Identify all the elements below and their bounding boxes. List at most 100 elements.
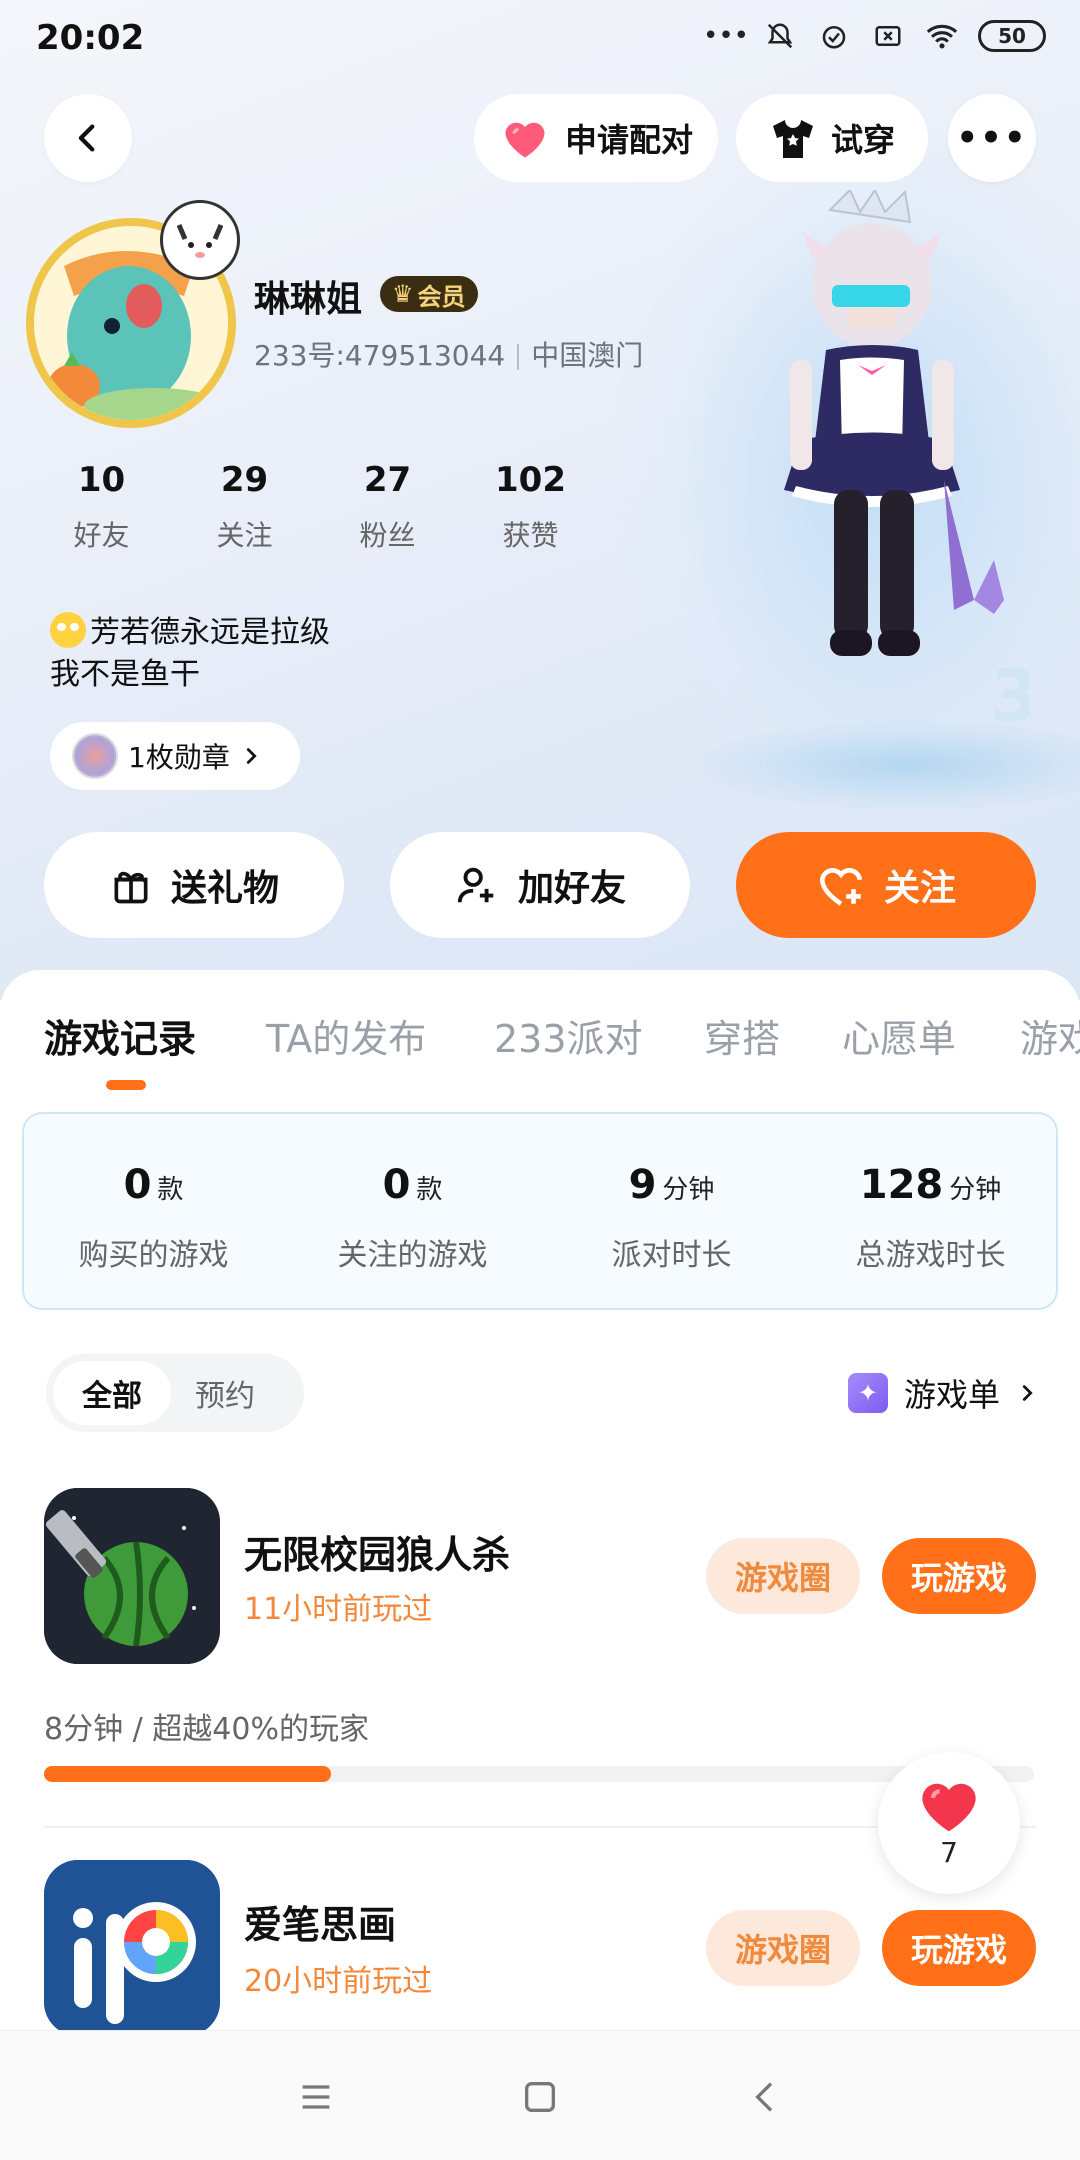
game-progress-bar: [44, 1766, 1034, 1782]
home-icon[interactable]: [510, 2067, 570, 2127]
try-on-label: 试穿: [830, 121, 895, 159]
gstat-value: 128: [859, 1162, 944, 1208]
gstat-value: 0: [382, 1162, 411, 1208]
stat-following[interactable]: 29 关注: [173, 460, 316, 554]
tab-party[interactable]: 233派对: [494, 1008, 643, 1063]
menu-icon[interactable]: [286, 2067, 346, 2127]
gstat-unit: 分钟: [662, 1175, 715, 1205]
stat-label: 好友: [73, 519, 130, 552]
stat-friends[interactable]: 10 好友: [30, 460, 173, 554]
bio-text-1: 芳若德永远是拉级: [90, 615, 330, 650]
game-progress-fill: [44, 1766, 332, 1782]
bio-text-2: 我不是鱼干: [50, 657, 200, 692]
game-circle-button[interactable]: 游戏圈: [706, 1538, 860, 1614]
avatar-frame-cat-icon: [160, 200, 240, 280]
play-game-button[interactable]: 玩游戏: [882, 1910, 1036, 1986]
sim-off-icon: [870, 18, 906, 54]
tshirt-icon: [772, 120, 813, 158]
vip-label: 会员: [417, 282, 466, 311]
wifi-icon: [924, 18, 960, 54]
bio: 芳若德永远是拉级 我不是鱼干: [50, 612, 330, 696]
game-last-played: 11小时前玩过: [244, 1592, 433, 1627]
gstat-followed[interactable]: 0款 关注的游戏: [283, 1162, 542, 1274]
chevron-left-icon: [78, 124, 95, 152]
bio-line-1: 芳若德永远是拉级: [50, 612, 330, 654]
tab-game-records[interactable]: 游戏记录: [44, 1008, 196, 1063]
username: 琳琳姐: [254, 279, 363, 320]
tab-indicator: [106, 1080, 146, 1090]
profile-stats: 10 好友 29 关注 27 粉丝 102 获赞: [30, 460, 602, 554]
stat-likes[interactable]: 102 获赞: [459, 460, 602, 554]
stat-fans[interactable]: 27 粉丝: [316, 460, 459, 554]
back-nav-icon[interactable]: [736, 2067, 796, 2127]
back-button[interactable]: [44, 94, 132, 182]
apply-pair-button[interactable]: 申请配对: [474, 94, 718, 182]
vip-badge[interactable]: ♛ 会员: [380, 276, 478, 312]
stat-label: 关注: [216, 519, 273, 552]
vip-crown-icon: ♛: [392, 280, 414, 308]
status-bar: 20:02 ••• 50: [0, 0, 1080, 76]
gstat-unit: 分钟: [949, 1175, 1002, 1205]
tab-games[interactable]: 游戏: [1020, 1008, 1080, 1063]
alarm-icon: [816, 18, 852, 54]
send-gift-button[interactable]: 送礼物: [44, 832, 344, 938]
stat-value: 27: [363, 460, 412, 500]
tab-wishlist[interactable]: 心愿单: [842, 1008, 956, 1063]
heart-icon: [505, 122, 545, 158]
more-button[interactable]: •••: [948, 94, 1036, 182]
game-list-link[interactable]: ✦ 游戏单: [847, 1370, 1038, 1416]
stat-label: 粉丝: [359, 519, 416, 552]
bell-muted-icon: [762, 18, 798, 54]
game-progress-text: 8分钟 / 超越40%的玩家: [44, 1712, 369, 1747]
like-floating-button[interactable]: 7: [878, 1752, 1020, 1894]
game-item[interactable]: 无限校园狼人杀 11小时前玩过 游戏圈 玩游戏: [0, 1486, 1080, 1686]
filter-reserve[interactable]: 预约: [166, 1361, 284, 1425]
gstat-label: 购买的游戏: [78, 1238, 229, 1273]
game-icon-ibispaint: [44, 1860, 220, 2036]
tab-posts[interactable]: TA的发布: [266, 1008, 426, 1063]
tab-outfits[interactable]: 穿搭: [704, 1008, 780, 1063]
user-location: 中国澳门: [531, 339, 644, 372]
gstat-purchased[interactable]: 0款 购买的游戏: [24, 1162, 283, 1274]
game-list-label: 游戏单: [903, 1376, 1000, 1414]
stat-value: 10: [77, 460, 126, 500]
more-dots-icon: •••: [956, 118, 1028, 158]
chevron-right-icon: [246, 748, 257, 764]
follow-button[interactable]: 关注: [736, 832, 1036, 938]
sparkle-icon: ✦: [847, 1373, 888, 1413]
stat-value: 102: [495, 460, 566, 500]
add-user-icon: [457, 867, 494, 903]
heart-plus-icon: [819, 868, 863, 906]
status-time: 20:02: [36, 18, 145, 58]
apply-pair-label: 申请配对: [564, 121, 693, 159]
send-gift-label: 送礼物: [170, 868, 279, 909]
game-last-played: 20小时前玩过: [244, 1964, 433, 1999]
status-icons: ••• 50: [703, 18, 1046, 54]
gstat-total-time[interactable]: 128 分钟 总游戏时长: [801, 1162, 1060, 1274]
filter-segment: 全部 预约: [46, 1354, 304, 1432]
filter-all[interactable]: 全部: [53, 1361, 171, 1425]
medal-label: 1枚勋章: [128, 741, 230, 774]
try-on-button[interactable]: 试穿: [736, 94, 928, 182]
avatar-character[interactable]: 3: [730, 190, 1030, 770]
add-friend-button[interactable]: 加好友: [390, 832, 690, 938]
profile-tabs: 游戏记录 TA的发布 233派对 穿搭 心愿单 游戏: [0, 1000, 1080, 1090]
more-dots-icon: •••: [703, 21, 750, 51]
stat-value: 29: [220, 460, 269, 500]
id-divider: [517, 344, 520, 370]
chevron-right-icon: [1022, 1385, 1033, 1401]
game-circle-button[interactable]: 游戏圈: [706, 1910, 860, 1986]
like-count: 7: [940, 1835, 958, 1869]
gift-icon: [114, 871, 148, 904]
game-stats-card: 0款 购买的游戏 0款 关注的游戏 9 分钟 派对时长 128 分钟 总游戏时长: [22, 1112, 1058, 1310]
gstat-unit: 款: [157, 1175, 184, 1205]
battery-icon: 50: [978, 20, 1046, 52]
gstat-party-time[interactable]: 9 分钟 派对时长: [542, 1162, 801, 1274]
user-id-line: 233号:479513044 中国澳门: [254, 334, 643, 374]
gstat-unit: 款: [416, 1175, 443, 1205]
medal-button[interactable]: 1枚勋章: [50, 722, 300, 790]
play-game-button[interactable]: 玩游戏: [882, 1538, 1036, 1614]
rolling-eyes-emoji-icon: [50, 612, 86, 648]
medal-icon: [72, 733, 118, 779]
follow-label: 关注: [883, 868, 956, 909]
